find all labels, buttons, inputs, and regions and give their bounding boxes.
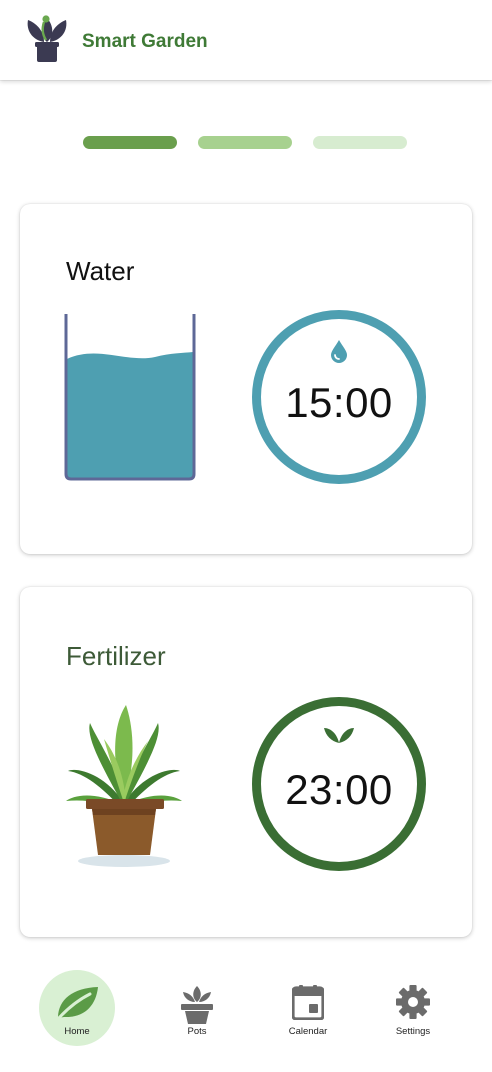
water-title: Water <box>66 256 135 286</box>
nav-pots[interactable]: Pots <box>159 970 235 1046</box>
step-progress <box>0 136 492 150</box>
fertilizer-card[interactable]: Fertilizer 23:00 <box>20 587 472 937</box>
bottom-navigation: Home Pots Calendar Settings <box>0 950 492 1072</box>
app-bar: Smart Garden <box>0 0 492 80</box>
water-level-fill <box>67 352 193 478</box>
nav-settings-label: Settings <box>395 1026 431 1037</box>
progress-step-3 <box>313 136 407 149</box>
progress-step-1 <box>83 136 177 149</box>
fertilizer-title: Fertilizer <box>66 641 166 671</box>
nav-home[interactable]: Home <box>39 970 115 1046</box>
water-drop-icon <box>331 340 347 363</box>
potted-plant-illustration <box>66 705 182 867</box>
leaf-icon <box>56 987 98 1021</box>
gear-icon <box>396 985 430 1019</box>
water-timer-ring[interactable]: 15:00 <box>252 310 426 484</box>
fertilizer-timer-value: 23:00 <box>285 766 393 813</box>
nav-calendar-label: Calendar <box>288 1026 328 1037</box>
nav-home-label: Home <box>64 1026 90 1037</box>
potted-plant-logo-icon <box>27 15 67 62</box>
app-title: Smart Garden <box>82 31 208 52</box>
progress-step-2 <box>198 136 292 149</box>
pot-icon <box>181 986 213 1024</box>
water-timer-value: 15:00 <box>285 379 393 426</box>
water-tank <box>64 314 196 481</box>
nav-calendar[interactable]: Calendar <box>270 970 346 1046</box>
water-card[interactable]: Water 15:00 <box>20 204 472 554</box>
fertilizer-timer-ring[interactable]: 23:00 <box>252 697 426 871</box>
calendar-icon <box>292 985 324 1020</box>
sprout-icon <box>324 728 354 743</box>
nav-settings[interactable]: Settings <box>375 970 451 1046</box>
nav-pots-label: Pots <box>187 1026 207 1037</box>
